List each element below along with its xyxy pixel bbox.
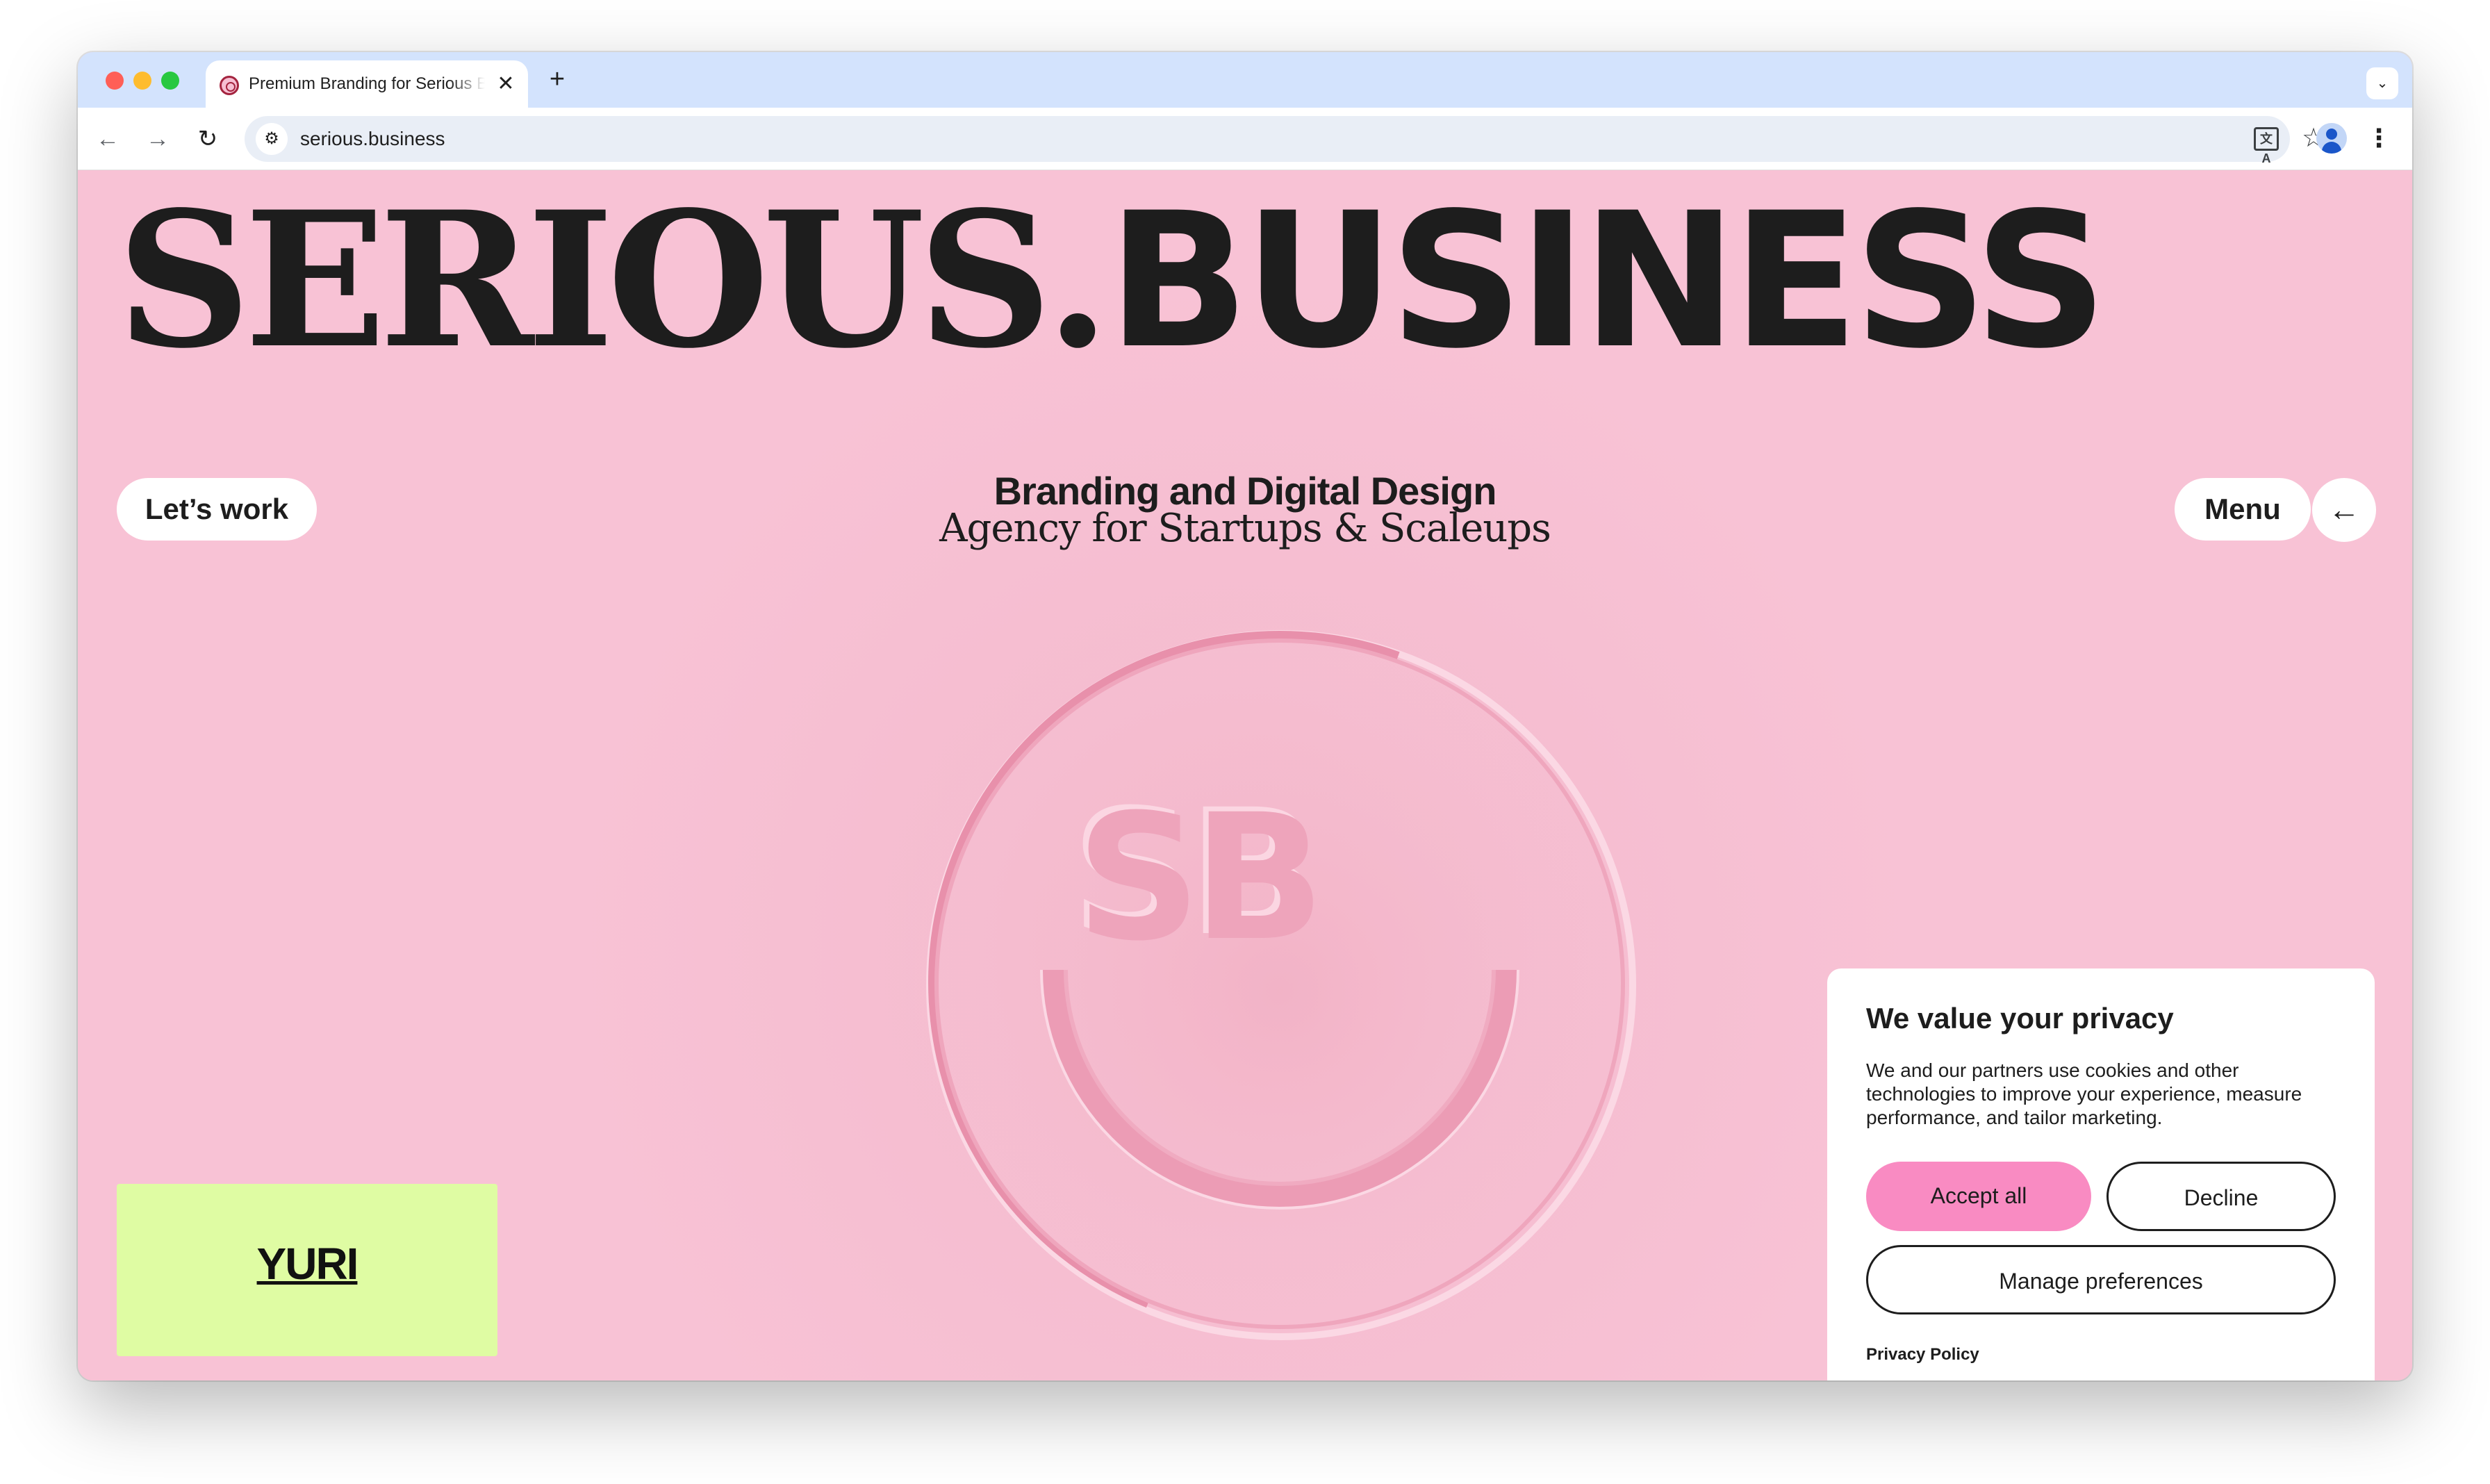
cookie-description: We and our partners use cookies and othe… [1866,1060,2302,1128]
tab-bar: Premium Branding for Serious Business ✕ … [78,52,2412,108]
arrow-left-icon[interactable]: ← [2312,478,2376,542]
accept-all-button[interactable]: Accept all [1866,1162,2091,1231]
minimize-window-button[interactable] [133,72,151,90]
maximize-window-button[interactable] [161,72,179,90]
profile-avatar-icon[interactable] [2316,123,2347,154]
translate-icon[interactable]: 文A [2254,127,2279,165]
menu-button[interactable]: Menu [2175,478,2311,541]
page-content: SERIOUS.BUSINESS Let’s work Branding and… [78,171,2412,1380]
yuri-link[interactable]: YURI [117,1238,497,1289]
browser-toolbar: ← → ↻ ⚙ serious.business 文A ☆ [78,108,2412,170]
logo-glow [891,602,1669,1380]
manage-preferences-button[interactable]: Manage preferences [1866,1245,2336,1314]
url-text[interactable]: serious.business [300,128,445,150]
privacy-policy-link[interactable]: Privacy Policy [1866,1345,1979,1365]
tagline-line-2: Agency for Startups & Scaleups [939,506,1551,551]
close-window-button[interactable] [106,72,124,90]
decline-button[interactable]: Decline [2106,1162,2336,1231]
tab-search-button[interactable]: ⌄ [2366,67,2398,99]
back-button[interactable]: ← [92,123,124,155]
active-tab[interactable]: Premium Branding for Serious Business ✕ [206,60,528,108]
lets-work-button[interactable]: Let’s work [117,478,317,541]
logo-sb-text: SB [1076,777,1317,979]
cookie-title: We value your privacy [1866,1002,2174,1034]
tab-close-icon[interactable]: ✕ [493,72,518,97]
tab-title: Premium Branding for Serious Business [249,74,485,93]
favicon-icon [220,76,239,95]
site-info-icon[interactable]: ⚙ [256,123,288,155]
cookie-consent-dialog: We value your privacy We and our partner… [1827,968,2375,1380]
address-bar[interactable]: ⚙ serious.business 文A ☆ [245,116,2325,165]
headline-serious: SERIOUS [117,171,1053,390]
browser-menu-icon[interactable]: ⋮ [2364,123,2394,154]
embossed-smiley-logo: SB SB [891,602,1669,1380]
reload-button[interactable]: ↻ [192,123,224,155]
yuri-promo-card[interactable]: YURI [117,1184,497,1356]
site-headline[interactable]: SERIOUS.BUSINESS [117,188,2373,375]
headline-business: BUSINESS [1107,173,2108,390]
headline-dot: . [1045,171,1110,390]
new-tab-button[interactable]: + [543,66,571,94]
browser-window: Premium Branding for Serious Business ✕ … [78,52,2412,1380]
forward-button[interactable]: → [142,123,174,155]
